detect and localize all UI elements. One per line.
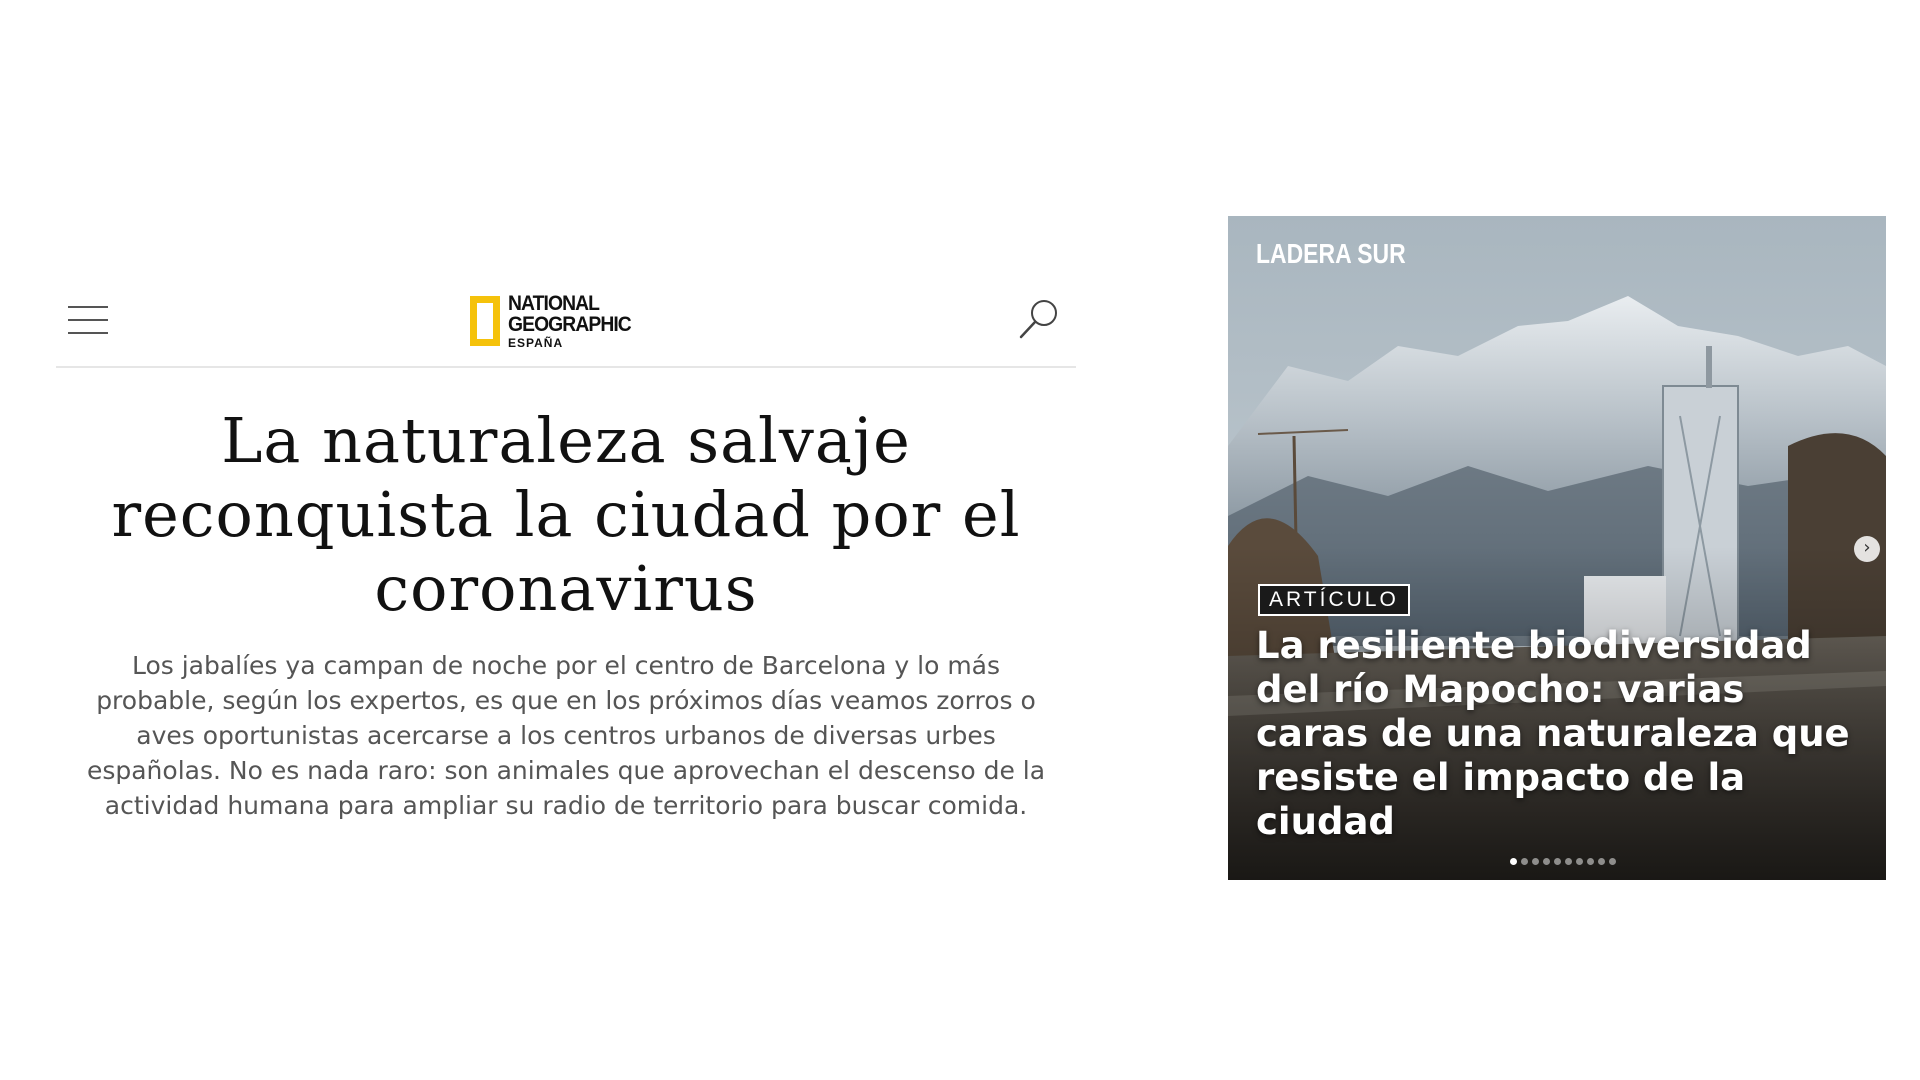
search-icon[interactable] [1016, 296, 1062, 342]
natgeo-article-card: NATIONAL GEOGRAPHIC ESPAÑA La naturaleza… [56, 282, 1076, 823]
carousel-dot[interactable] [1521, 858, 1528, 865]
hamburger-menu-icon[interactable] [68, 304, 108, 336]
logo-line-national: NATIONAL [508, 292, 600, 315]
article-title[interactable]: La naturaleza salvaje reconquista la ciu… [56, 404, 1076, 626]
carousel-dot[interactable] [1576, 858, 1583, 865]
category-tag: ARTÍCULO [1258, 584, 1410, 616]
carousel-dot[interactable] [1598, 858, 1605, 865]
carousel-dot[interactable] [1510, 858, 1517, 865]
natgeo-logo[interactable]: NATIONAL GEOGRAPHIC ESPAÑA [470, 290, 642, 352]
carousel-dot[interactable] [1609, 858, 1616, 865]
article-lead: Los jabalíes ya campan de noche por el c… [86, 651, 1046, 820]
carousel-dot[interactable] [1532, 858, 1539, 865]
ladera-sur-card[interactable]: LADERA SUR › ARTÍCULO La resiliente biod… [1228, 216, 1886, 880]
logo-line-espana: ESPAÑA [508, 336, 564, 350]
carousel-dots[interactable] [1510, 858, 1616, 865]
card-headline[interactable]: La resiliente biodiversidad del río Mapo… [1256, 624, 1856, 844]
carousel-dot[interactable] [1554, 858, 1561, 865]
yellow-frame-icon [470, 296, 500, 346]
carousel-dot[interactable] [1543, 858, 1550, 865]
logo-line-geographic: GEOGRAPHIC [508, 313, 632, 336]
chevron-right-icon[interactable]: › [1854, 536, 1880, 562]
ladera-sur-logo[interactable]: LADERA SUR [1256, 238, 1406, 270]
carousel-dot[interactable] [1565, 858, 1572, 865]
carousel-dot[interactable] [1587, 858, 1594, 865]
site-header: NATIONAL GEOGRAPHIC ESPAÑA [56, 282, 1076, 368]
